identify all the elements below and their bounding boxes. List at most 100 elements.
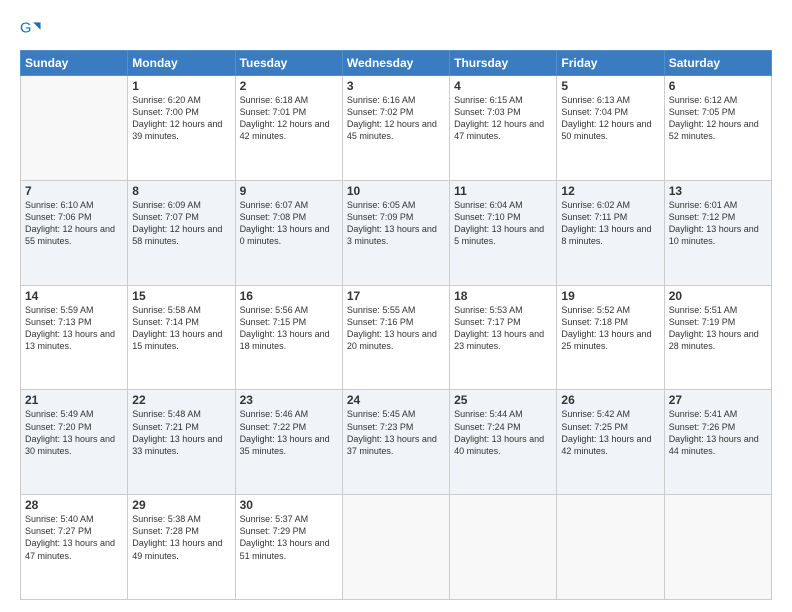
day-info: Sunrise: 6:09 AMSunset: 7:07 PMDaylight:… (132, 199, 230, 248)
day-number: 29 (132, 498, 230, 512)
day-info: Sunrise: 5:44 AMSunset: 7:24 PMDaylight:… (454, 408, 552, 457)
calendar-table: SundayMondayTuesdayWednesdayThursdayFrid… (20, 50, 772, 600)
day-info: Sunrise: 6:13 AMSunset: 7:04 PMDaylight:… (561, 94, 659, 143)
day-number: 8 (132, 184, 230, 198)
day-info: Sunrise: 6:16 AMSunset: 7:02 PMDaylight:… (347, 94, 445, 143)
day-info: Sunrise: 6:02 AMSunset: 7:11 PMDaylight:… (561, 199, 659, 248)
calendar-cell: 11Sunrise: 6:04 AMSunset: 7:10 PMDayligh… (450, 180, 557, 285)
calendar-cell: 22Sunrise: 5:48 AMSunset: 7:21 PMDayligh… (128, 390, 235, 495)
day-info: Sunrise: 6:18 AMSunset: 7:01 PMDaylight:… (240, 94, 338, 143)
day-number: 13 (669, 184, 767, 198)
day-info: Sunrise: 5:46 AMSunset: 7:22 PMDaylight:… (240, 408, 338, 457)
day-number: 25 (454, 393, 552, 407)
day-info: Sunrise: 5:38 AMSunset: 7:28 PMDaylight:… (132, 513, 230, 562)
day-number: 30 (240, 498, 338, 512)
calendar-cell: 1Sunrise: 6:20 AMSunset: 7:00 PMDaylight… (128, 76, 235, 181)
weekday-header-saturday: Saturday (664, 51, 771, 76)
day-info: Sunrise: 5:55 AMSunset: 7:16 PMDaylight:… (347, 304, 445, 353)
calendar-week-1: 1Sunrise: 6:20 AMSunset: 7:00 PMDaylight… (21, 76, 772, 181)
day-info: Sunrise: 6:20 AMSunset: 7:00 PMDaylight:… (132, 94, 230, 143)
day-number: 2 (240, 79, 338, 93)
logo-icon: G (20, 18, 42, 40)
page: G SundayMondayTuesdayWednesdayThursdayFr… (0, 0, 792, 612)
calendar-cell: 7Sunrise: 6:10 AMSunset: 7:06 PMDaylight… (21, 180, 128, 285)
calendar-cell: 17Sunrise: 5:55 AMSunset: 7:16 PMDayligh… (342, 285, 449, 390)
day-number: 1 (132, 79, 230, 93)
weekday-header-sunday: Sunday (21, 51, 128, 76)
calendar-cell: 24Sunrise: 5:45 AMSunset: 7:23 PMDayligh… (342, 390, 449, 495)
calendar-cell (342, 495, 449, 600)
calendar-cell: 27Sunrise: 5:41 AMSunset: 7:26 PMDayligh… (664, 390, 771, 495)
day-number: 17 (347, 289, 445, 303)
calendar-cell: 18Sunrise: 5:53 AMSunset: 7:17 PMDayligh… (450, 285, 557, 390)
day-number: 9 (240, 184, 338, 198)
calendar-cell: 29Sunrise: 5:38 AMSunset: 7:28 PMDayligh… (128, 495, 235, 600)
day-number: 19 (561, 289, 659, 303)
day-info: Sunrise: 5:52 AMSunset: 7:18 PMDaylight:… (561, 304, 659, 353)
calendar-cell (450, 495, 557, 600)
day-info: Sunrise: 5:59 AMSunset: 7:13 PMDaylight:… (25, 304, 123, 353)
calendar-cell: 16Sunrise: 5:56 AMSunset: 7:15 PMDayligh… (235, 285, 342, 390)
day-info: Sunrise: 6:05 AMSunset: 7:09 PMDaylight:… (347, 199, 445, 248)
day-number: 28 (25, 498, 123, 512)
calendar-week-5: 28Sunrise: 5:40 AMSunset: 7:27 PMDayligh… (21, 495, 772, 600)
day-info: Sunrise: 5:45 AMSunset: 7:23 PMDaylight:… (347, 408, 445, 457)
day-info: Sunrise: 5:58 AMSunset: 7:14 PMDaylight:… (132, 304, 230, 353)
calendar-cell: 14Sunrise: 5:59 AMSunset: 7:13 PMDayligh… (21, 285, 128, 390)
day-number: 5 (561, 79, 659, 93)
weekday-header-friday: Friday (557, 51, 664, 76)
day-number: 20 (669, 289, 767, 303)
calendar-cell: 10Sunrise: 6:05 AMSunset: 7:09 PMDayligh… (342, 180, 449, 285)
day-info: Sunrise: 5:41 AMSunset: 7:26 PMDaylight:… (669, 408, 767, 457)
day-info: Sunrise: 6:01 AMSunset: 7:12 PMDaylight:… (669, 199, 767, 248)
calendar-cell: 3Sunrise: 6:16 AMSunset: 7:02 PMDaylight… (342, 76, 449, 181)
day-info: Sunrise: 5:56 AMSunset: 7:15 PMDaylight:… (240, 304, 338, 353)
day-number: 26 (561, 393, 659, 407)
day-number: 23 (240, 393, 338, 407)
day-info: Sunrise: 6:12 AMSunset: 7:05 PMDaylight:… (669, 94, 767, 143)
weekday-header-wednesday: Wednesday (342, 51, 449, 76)
calendar-cell: 2Sunrise: 6:18 AMSunset: 7:01 PMDaylight… (235, 76, 342, 181)
day-info: Sunrise: 5:51 AMSunset: 7:19 PMDaylight:… (669, 304, 767, 353)
calendar-cell (21, 76, 128, 181)
day-info: Sunrise: 5:42 AMSunset: 7:25 PMDaylight:… (561, 408, 659, 457)
calendar-cell (557, 495, 664, 600)
calendar-cell: 8Sunrise: 6:09 AMSunset: 7:07 PMDaylight… (128, 180, 235, 285)
day-number: 3 (347, 79, 445, 93)
day-info: Sunrise: 5:53 AMSunset: 7:17 PMDaylight:… (454, 304, 552, 353)
svg-text:G: G (20, 21, 31, 37)
day-info: Sunrise: 6:15 AMSunset: 7:03 PMDaylight:… (454, 94, 552, 143)
day-info: Sunrise: 6:07 AMSunset: 7:08 PMDaylight:… (240, 199, 338, 248)
calendar-cell: 6Sunrise: 6:12 AMSunset: 7:05 PMDaylight… (664, 76, 771, 181)
logo: G (20, 18, 46, 40)
day-number: 22 (132, 393, 230, 407)
calendar-week-4: 21Sunrise: 5:49 AMSunset: 7:20 PMDayligh… (21, 390, 772, 495)
calendar-cell: 25Sunrise: 5:44 AMSunset: 7:24 PMDayligh… (450, 390, 557, 495)
calendar-cell: 5Sunrise: 6:13 AMSunset: 7:04 PMDaylight… (557, 76, 664, 181)
calendar-cell: 9Sunrise: 6:07 AMSunset: 7:08 PMDaylight… (235, 180, 342, 285)
calendar-body: 1Sunrise: 6:20 AMSunset: 7:00 PMDaylight… (21, 76, 772, 600)
calendar-cell: 15Sunrise: 5:58 AMSunset: 7:14 PMDayligh… (128, 285, 235, 390)
calendar-cell: 20Sunrise: 5:51 AMSunset: 7:19 PMDayligh… (664, 285, 771, 390)
day-number: 7 (25, 184, 123, 198)
day-info: Sunrise: 6:10 AMSunset: 7:06 PMDaylight:… (25, 199, 123, 248)
day-number: 21 (25, 393, 123, 407)
calendar-cell: 13Sunrise: 6:01 AMSunset: 7:12 PMDayligh… (664, 180, 771, 285)
day-number: 10 (347, 184, 445, 198)
day-info: Sunrise: 5:37 AMSunset: 7:29 PMDaylight:… (240, 513, 338, 562)
day-number: 6 (669, 79, 767, 93)
calendar-cell: 21Sunrise: 5:49 AMSunset: 7:20 PMDayligh… (21, 390, 128, 495)
day-number: 18 (454, 289, 552, 303)
day-number: 24 (347, 393, 445, 407)
weekday-header-thursday: Thursday (450, 51, 557, 76)
day-info: Sunrise: 5:49 AMSunset: 7:20 PMDaylight:… (25, 408, 123, 457)
header: G (20, 18, 772, 40)
day-number: 27 (669, 393, 767, 407)
calendar-cell: 23Sunrise: 5:46 AMSunset: 7:22 PMDayligh… (235, 390, 342, 495)
calendar-cell: 30Sunrise: 5:37 AMSunset: 7:29 PMDayligh… (235, 495, 342, 600)
calendar-cell: 26Sunrise: 5:42 AMSunset: 7:25 PMDayligh… (557, 390, 664, 495)
calendar-week-3: 14Sunrise: 5:59 AMSunset: 7:13 PMDayligh… (21, 285, 772, 390)
calendar-week-2: 7Sunrise: 6:10 AMSunset: 7:06 PMDaylight… (21, 180, 772, 285)
day-number: 15 (132, 289, 230, 303)
calendar-cell: 28Sunrise: 5:40 AMSunset: 7:27 PMDayligh… (21, 495, 128, 600)
